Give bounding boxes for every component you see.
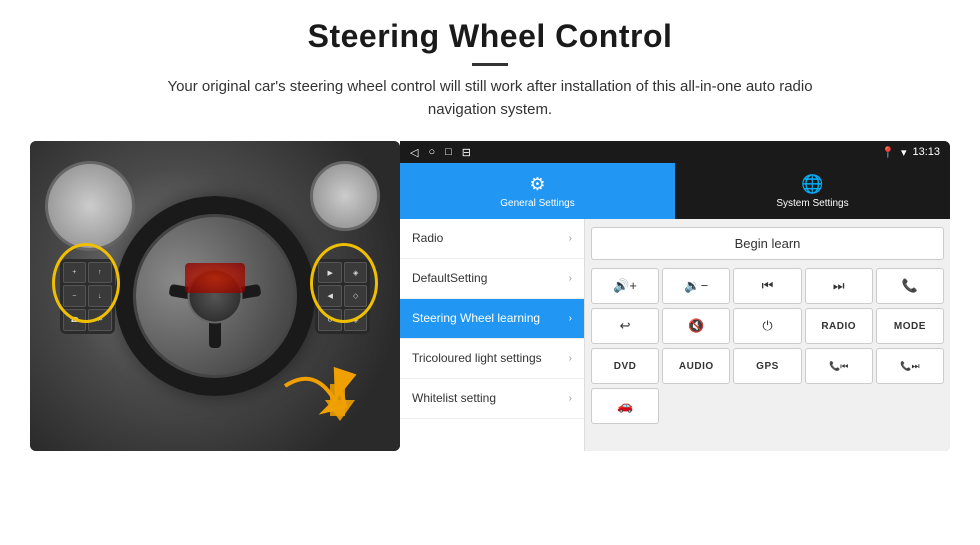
tel-prev-button[interactable]: 📞⏮ <box>805 348 873 384</box>
status-time: 13:13 <box>912 146 940 158</box>
menu-item-default[interactable]: DefaultSetting › <box>400 259 584 299</box>
gauge-rpm <box>310 161 380 231</box>
menu-item-whitelist[interactable]: Whitelist setting › <box>400 379 584 419</box>
begin-learn-button[interactable]: Begin learn <box>591 227 944 260</box>
power-button[interactable]: ⏻ <box>733 308 801 344</box>
menu-item-steering[interactable]: Steering Wheel learning › <box>400 299 584 339</box>
vol-up-button[interactable]: 🔊+ <box>591 268 659 304</box>
tel-next-button[interactable]: 📞⏭ <box>876 348 944 384</box>
prev-track-button[interactable]: ⏮ <box>733 268 801 304</box>
back-icon[interactable]: ◁ <box>410 146 418 159</box>
chevron-icon: › <box>569 313 572 324</box>
main-content: + ↑ − ↓ ☎ ↩ ▶ ◈ ◀ ◇ ↺ ◈ <box>0 131 980 461</box>
begin-learn-row: Begin learn <box>591 225 944 264</box>
gauge-speedometer <box>45 161 135 251</box>
control-grid-row4: 🚗 <box>591 388 944 424</box>
radio-button[interactable]: RADIO <box>805 308 873 344</box>
recents-icon[interactable]: □ <box>445 146 452 158</box>
arrow-indicator <box>265 366 365 436</box>
header-description: Your original car's steering wheel contr… <box>140 76 840 121</box>
status-bar-right: 📍 ▾ 13:13 <box>881 146 940 159</box>
page-header: Steering Wheel Control Your original car… <box>0 0 980 131</box>
system-settings-icon: 🌐 <box>801 174 823 195</box>
tab-bar: ⚙ General Settings 🌐 System Settings <box>400 163 950 219</box>
wheel-brand-accent <box>185 263 245 293</box>
extra-button[interactable]: 🚗 <box>591 388 659 424</box>
page-title: Steering Wheel Control <box>40 18 940 55</box>
android-head-unit: ◁ ○ □ ⊟ 📍 ▾ 13:13 ⚙ General Settings 🌐 S… <box>400 141 950 451</box>
header-divider <box>472 63 508 66</box>
wifi-icon: ▾ <box>901 146 907 159</box>
control-grid-row2: ↩ 🔇 ⏻ RADIO MODE <box>591 308 944 344</box>
phone-hangup-button[interactable]: ↩ <box>591 308 659 344</box>
general-settings-icon: ⚙ <box>529 174 545 195</box>
control-grid-row1: 🔊+ 🔉− ⏮ ⏭ 📞 <box>591 268 944 304</box>
menu-item-tricoloured[interactable]: Tricoloured light settings › <box>400 339 584 379</box>
next-track-button[interactable]: ⏭ <box>805 268 873 304</box>
status-bar-nav-icons: ◁ ○ □ ⊟ <box>410 146 471 159</box>
chevron-icon: › <box>569 273 572 284</box>
chevron-icon: › <box>569 353 572 364</box>
highlight-right <box>310 243 378 323</box>
tab-general-settings[interactable]: ⚙ General Settings <box>400 163 675 219</box>
gps-button[interactable]: GPS <box>733 348 801 384</box>
tab-system-settings[interactable]: 🌐 System Settings <box>675 163 950 219</box>
right-panel: Begin learn 🔊+ 🔉− ⏮ ⏭ 📞 ↩ 🔇 ⏻ RADIO MODE <box>585 219 950 451</box>
left-menu: Radio › DefaultSetting › Steering Wheel … <box>400 219 585 451</box>
dvd-button[interactable]: DVD <box>591 348 659 384</box>
audio-button[interactable]: AUDIO <box>662 348 730 384</box>
screenshot-icon[interactable]: ⊟ <box>462 146 471 159</box>
mode-button[interactable]: MODE <box>876 308 944 344</box>
chevron-icon: › <box>569 233 572 244</box>
highlight-left <box>52 243 120 323</box>
status-bar: ◁ ○ □ ⊟ 📍 ▾ 13:13 <box>400 141 950 163</box>
home-icon[interactable]: ○ <box>428 146 435 158</box>
location-icon: 📍 <box>881 146 895 159</box>
mute-button[interactable]: 🔇 <box>662 308 730 344</box>
phone-answer-button[interactable]: 📞 <box>876 268 944 304</box>
menu-item-radio[interactable]: Radio › <box>400 219 584 259</box>
content-area: Radio › DefaultSetting › Steering Wheel … <box>400 219 950 451</box>
control-grid-row3: DVD AUDIO GPS 📞⏮ 📞⏭ <box>591 348 944 384</box>
steering-wheel-image: + ↑ − ↓ ☎ ↩ ▶ ◈ ◀ ◇ ↺ ◈ <box>30 141 400 451</box>
vol-down-button[interactable]: 🔉− <box>662 268 730 304</box>
chevron-icon: › <box>569 393 572 404</box>
